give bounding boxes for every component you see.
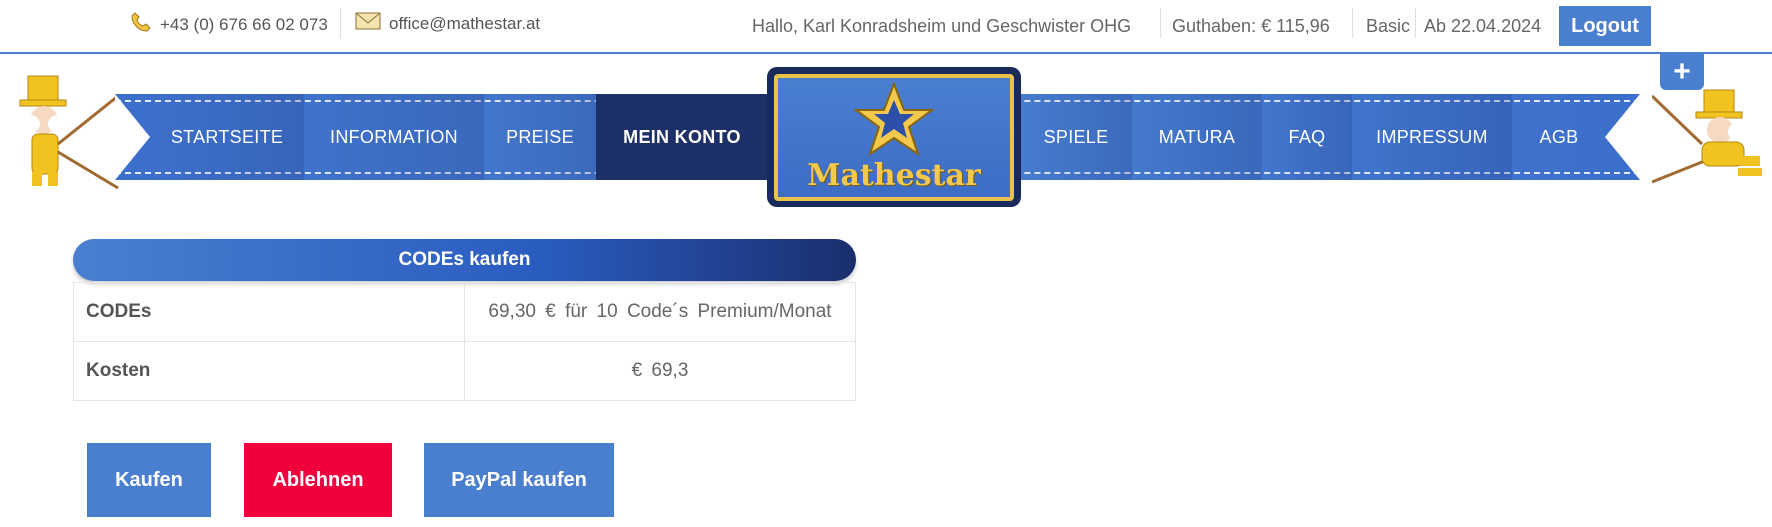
phone-icon xyxy=(130,11,152,38)
mascot-left-image xyxy=(10,72,120,190)
subscription-date: Ab 22.04.2024 xyxy=(1424,16,1542,36)
email-address: office@mathestar.at xyxy=(389,13,541,33)
top-bar: +43 (0) 676 66 02 073 office@mathestar.a… xyxy=(0,0,1772,54)
star-icon xyxy=(854,82,934,157)
codes-label: CODEs xyxy=(73,282,465,342)
plan-label: Basic xyxy=(1366,16,1411,36)
codes-table: CODEs 69,30 € für 10 Code´s Premium/Mona… xyxy=(73,282,856,401)
logo-text: Mathestar xyxy=(807,158,981,193)
nav-mein-konto[interactable]: MEIN KONTO xyxy=(596,94,768,180)
codes-card-header: CODEs kaufen xyxy=(73,239,856,281)
ribbon-notch-right xyxy=(1605,94,1640,180)
mail-icon xyxy=(355,11,381,36)
nav-preise[interactable]: PREISE xyxy=(484,94,596,180)
cost-label: Kosten xyxy=(73,341,465,401)
decline-button[interactable]: Ablehnen xyxy=(244,443,392,517)
phone-contact[interactable]: +43 (0) 676 66 02 073 xyxy=(130,11,328,38)
divider xyxy=(1352,8,1353,38)
divider xyxy=(1415,8,1416,38)
nav-startseite[interactable]: STARTSEITE xyxy=(150,94,304,180)
balance: Guthaben: € 115,96 xyxy=(1172,16,1330,36)
cost-value: € 69,3 xyxy=(464,341,856,401)
nav-information[interactable]: INFORMATION xyxy=(304,94,484,180)
buy-button[interactable]: Kaufen xyxy=(87,443,211,517)
codes-value: 69,30 € für 10 Code´s Premium/Monat xyxy=(464,282,856,342)
ribbon-notch-left xyxy=(115,94,150,180)
nav-impressum[interactable]: IMPRESSUM xyxy=(1352,94,1512,180)
nav-agb[interactable]: AGB xyxy=(1512,94,1606,180)
phone-number: +43 (0) 676 66 02 073 xyxy=(160,14,328,34)
logout-button[interactable]: Logout xyxy=(1559,6,1651,46)
greeting: Hallo, Karl Konradsheim und Geschwister … xyxy=(752,16,1132,36)
mascot-right-image xyxy=(1650,72,1762,190)
logo-frame: Mathestar xyxy=(774,74,1014,201)
email-contact[interactable]: office@mathestar.at xyxy=(355,11,540,36)
table-row: Kosten € 69,3 xyxy=(73,341,856,401)
table-row: CODEs 69,30 € für 10 Code´s Premium/Mona… xyxy=(73,282,856,342)
nav-matura[interactable]: MATURA xyxy=(1132,94,1262,180)
divider xyxy=(1160,8,1161,38)
paypal-buy-button[interactable]: PayPal kaufen xyxy=(424,443,614,517)
nav-spiele[interactable]: SPIELE xyxy=(1020,94,1132,180)
mathestar-logo[interactable]: Mathestar xyxy=(767,67,1021,207)
divider xyxy=(340,8,341,38)
nav-faq[interactable]: FAQ xyxy=(1262,94,1352,180)
